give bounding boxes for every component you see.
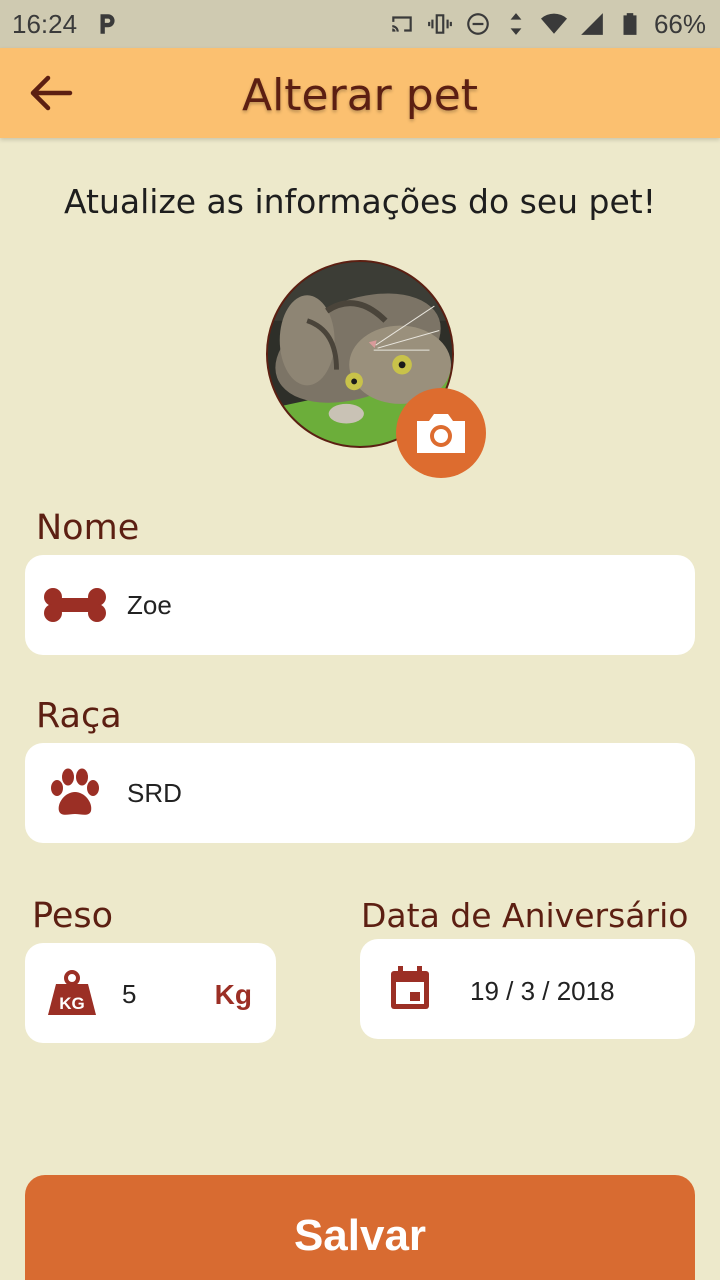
svg-text:KG: KG [59, 994, 85, 1013]
weight-value: 5 [122, 979, 137, 1009]
page-subtitle: Atualize as informações do seu pet! [64, 182, 656, 221]
birthday-label: Data de Aniversário [361, 896, 689, 935]
cast-icon [388, 10, 416, 38]
birthday-input[interactable]: 19 / 3 / 2018 [360, 939, 695, 1039]
save-button[interactable]: Salvar [25, 1175, 695, 1280]
weight-label: Peso [32, 896, 114, 936]
weight-unit: Kg [214, 979, 252, 1010]
wifi-icon [540, 10, 568, 38]
name-label: Nome [36, 508, 140, 548]
signal-icon [578, 10, 606, 38]
paw-icon [47, 767, 103, 819]
battery-icon [616, 10, 644, 38]
birthday-value: 19 / 3 / 2018 [470, 976, 615, 1006]
page-title: Alterar pet [241, 70, 479, 121]
vibrate-icon [426, 10, 454, 38]
do-not-disturb-icon [464, 10, 492, 38]
calendar-icon [388, 965, 432, 1011]
status-bar: 16:24 66% [0, 0, 720, 48]
save-button-label: Salvar [293, 1211, 427, 1260]
app-bar: Alterar pet [0, 48, 720, 138]
camera-icon [417, 414, 465, 453]
data-arrows-icon [502, 10, 530, 38]
bone-icon [43, 585, 107, 625]
breed-input[interactable]: SRD [25, 743, 695, 843]
kg-weight-icon: KG [47, 969, 97, 1017]
breed-label: Raça [36, 696, 122, 736]
breed-value: SRD [127, 778, 182, 808]
name-input[interactable]: Zoe [25, 555, 695, 655]
status-time: 16:24 [12, 8, 78, 39]
battery-percent: 66% [653, 8, 706, 39]
parking-app-icon [93, 10, 121, 38]
name-value: Zoe [127, 590, 172, 620]
change-photo-button[interactable] [396, 388, 486, 478]
weight-input[interactable]: KG 5 Kg [25, 943, 276, 1043]
